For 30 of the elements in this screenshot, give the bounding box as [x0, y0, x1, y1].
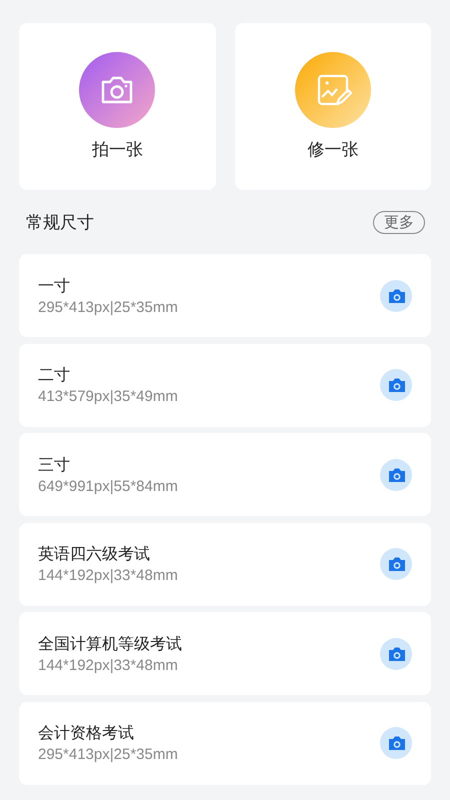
action-card[interactable]: 修一张: [234, 23, 431, 190]
size-spec: 295*413px|25*35mm: [38, 746, 178, 763]
camera-icon[interactable]: [380, 548, 412, 580]
size-spec: 144*192px|33*48mm: [38, 567, 178, 584]
size-spec: 295*413px|25*35mm: [38, 298, 178, 316]
section-title: 常规尺寸: [26, 212, 94, 234]
camera-icon[interactable]: [380, 280, 412, 312]
size-spec: 649*991px|55*84mm: [38, 478, 178, 494]
size-name: 会计资格考试: [38, 723, 135, 744]
size-name: 一寸: [38, 276, 71, 296]
camera-icon[interactable]: [380, 369, 412, 401]
size-spec: 144*192px|33*48mm: [38, 656, 179, 674]
action-card[interactable]: 拍一张: [19, 23, 216, 190]
size-card[interactable]: 二寸 413*579px|35*49mm: [19, 344, 431, 426]
camera-icon[interactable]: [380, 727, 412, 759]
size-name: 二寸: [38, 365, 71, 386]
size-name: 全国计算机等级考试: [38, 634, 182, 654]
size-card[interactable]: 一寸 295*413px|25*35mm: [19, 254, 431, 337]
size-spec: 413*579px|35*49mm: [38, 388, 178, 405]
camera-icon[interactable]: [380, 638, 412, 670]
size-card[interactable]: 英语四六级考试 144*192px|33*48mm: [19, 522, 431, 606]
size-name: 三寸: [38, 454, 71, 476]
camera-icon: [79, 52, 156, 128]
image-edit-icon: [294, 52, 371, 128]
size-name: 英语四六级考试: [38, 544, 151, 565]
size-card[interactable]: 全国计算机等级考试 144*192px|33*48mm: [19, 612, 431, 695]
camera-icon[interactable]: [380, 458, 412, 490]
size-card[interactable]: 三寸 649*991px|55*84mm: [19, 433, 431, 516]
more-button[interactable]: 更多: [373, 210, 425, 234]
size-card[interactable]: 会计资格考试 295*413px|25*35mm: [19, 702, 431, 784]
